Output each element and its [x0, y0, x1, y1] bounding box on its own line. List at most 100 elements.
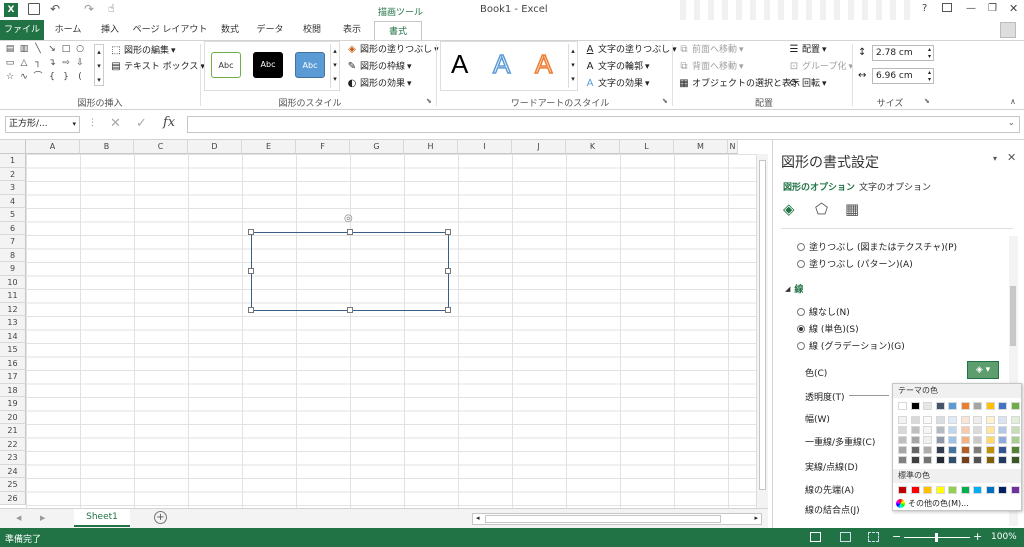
text-fill-button[interactable]: A 文字の塗りつぶし ▾	[584, 42, 677, 58]
radio-button[interactable]	[797, 242, 805, 251]
row-header[interactable]: 25	[0, 478, 26, 492]
color-swatch[interactable]	[923, 446, 932, 454]
scroll-thumb[interactable]	[759, 160, 766, 490]
radio-button-selected[interactable]	[797, 324, 805, 333]
tab-text-options[interactable]: 文字のオプション	[859, 180, 931, 193]
color-swatch[interactable]	[985, 402, 995, 410]
row-header[interactable]: 5	[0, 208, 26, 222]
down-arrow-shape-icon[interactable]: ⇩	[74, 58, 86, 69]
shape-style-dark[interactable]: Abc	[253, 52, 283, 78]
tab-view[interactable]: 表示	[334, 20, 370, 40]
color-swatch[interactable]	[985, 446, 995, 454]
color-swatch[interactable]	[973, 446, 982, 454]
vertical-scrollbar[interactable]	[756, 154, 768, 509]
color-swatch[interactable]	[898, 446, 907, 454]
color-swatch[interactable]	[1010, 446, 1020, 454]
pane-options-icon[interactable]: ▾	[993, 154, 997, 163]
text-effects-button[interactable]: A 文字の効果 ▾	[584, 76, 650, 92]
fill-line-icon[interactable]: ◈	[783, 200, 795, 218]
color-swatch[interactable]	[973, 436, 982, 444]
restore-button[interactable]: ❐	[988, 3, 997, 14]
outline-color-button[interactable]: ◈ ▾	[967, 361, 999, 379]
color-swatch[interactable]	[910, 436, 920, 444]
fill-picture-option[interactable]: 塗りつぶし (図またはテクスチャ)(P)	[797, 240, 957, 253]
resize-handle[interactable]	[445, 268, 451, 274]
spreadsheet-grid[interactable]: ABCDEFGHIJKLMN 1 2 3 4 5 6 7 8 9 10 11 12 13 14 15 16 17…	[0, 140, 768, 510]
column-header[interactable]: G	[350, 140, 404, 154]
shape-style-outline[interactable]: Abc	[211, 52, 241, 78]
select-all-corner[interactable]	[0, 140, 26, 154]
row-header[interactable]: 13	[0, 316, 26, 330]
column-header[interactable]: M	[674, 140, 728, 154]
color-swatch[interactable]	[948, 402, 957, 410]
row-header[interactable]: 24	[0, 464, 26, 478]
save-icon[interactable]	[28, 3, 40, 15]
tab-file[interactable]: ファイル	[0, 20, 44, 40]
row-header[interactable]: 16	[0, 356, 26, 370]
resize-handle[interactable]	[248, 229, 254, 235]
horizontal-scrollbar[interactable]: ◂ ▸	[472, 513, 762, 525]
text-box-button[interactable]: ▤ テキスト ボックス ▾	[110, 59, 205, 75]
tab-page-layout[interactable]: ページ レイアウト	[132, 20, 208, 40]
rounded-rect-shape-icon[interactable]: ▭	[4, 58, 16, 69]
height-input[interactable]: 2.78 cm ▴ ▾	[872, 45, 934, 61]
color-swatch[interactable]	[998, 426, 1007, 434]
tab-home[interactable]: ホーム	[48, 20, 88, 40]
pane-close-icon[interactable]: ✕	[1007, 151, 1016, 164]
row-header[interactable]: 26	[0, 491, 26, 505]
color-swatch[interactable]	[973, 416, 982, 424]
resize-handle[interactable]	[248, 268, 254, 274]
close-button[interactable]: ✕	[1009, 2, 1018, 15]
color-swatch[interactable]	[1010, 436, 1020, 444]
resize-handle[interactable]	[248, 307, 254, 313]
color-swatch[interactable]	[935, 446, 945, 454]
row-header[interactable]: 21	[0, 424, 26, 438]
tab-review[interactable]: 校閲	[292, 20, 332, 40]
color-swatch[interactable]	[935, 416, 945, 424]
color-swatch[interactable]	[923, 436, 932, 444]
color-swatch[interactable]	[973, 402, 982, 410]
undo-icon[interactable]: ↶	[50, 2, 60, 16]
radio-button[interactable]	[797, 259, 805, 268]
scroll-right-icon[interactable]: ▸	[754, 514, 758, 522]
zoom-out-icon[interactable]: −	[892, 530, 901, 543]
color-swatch[interactable]	[948, 446, 957, 454]
dialog-launcher-icon[interactable]: ⬊	[426, 97, 432, 105]
column-header[interactable]: E	[242, 140, 296, 154]
arc-shape-icon[interactable]: ⌒	[32, 72, 44, 83]
color-swatch[interactable]	[960, 486, 970, 494]
color-swatch[interactable]	[1010, 426, 1020, 434]
color-swatch[interactable]	[898, 416, 907, 424]
color-swatch[interactable]	[985, 436, 995, 444]
row-header[interactable]: 20	[0, 410, 26, 424]
color-swatch[interactable]	[898, 426, 907, 434]
column-header[interactable]: K	[566, 140, 620, 154]
color-swatch[interactable]	[998, 402, 1007, 410]
color-swatch[interactable]	[998, 456, 1007, 464]
selected-rectangle-shape[interactable]: ◎	[248, 213, 451, 313]
collapse-ribbon-icon[interactable]: ∧	[1010, 97, 1016, 106]
color-swatch[interactable]	[910, 426, 920, 434]
color-swatch[interactable]	[910, 456, 920, 464]
cancel-icon[interactable]: ✕	[110, 116, 121, 131]
vtextbox-shape-icon[interactable]: ▥	[18, 44, 30, 55]
shapes-gallery[interactable]: ▤ ▥ ╲ ↘ □ ○ ▭ △ ┐ ↴ ⇨ ⇩ ☆ ∿ ⌒ { } ( ▴ ▾ ▾	[4, 44, 106, 88]
color-swatch[interactable]	[985, 486, 995, 494]
color-swatch[interactable]	[923, 426, 932, 434]
color-swatch[interactable]	[923, 456, 932, 464]
resize-handle[interactable]	[347, 229, 353, 235]
row-header[interactable]: 17	[0, 370, 26, 384]
tab-shape-options[interactable]: 図形のオプション	[783, 180, 855, 193]
brace-right-shape-icon[interactable]: }	[60, 72, 72, 83]
expand-formula-icon[interactable]: ⌄	[1008, 118, 1015, 127]
color-swatch[interactable]	[910, 446, 920, 454]
page-break-view-icon[interactable]	[868, 532, 879, 542]
column-header[interactable]: B	[80, 140, 134, 154]
elbow-shape-icon[interactable]: ┐	[32, 58, 44, 69]
gradient-line-option[interactable]: 線 (グラデーション)(G)	[797, 339, 905, 352]
brace-left-shape-icon[interactable]: {	[46, 72, 58, 83]
formula-input[interactable]	[187, 116, 1020, 133]
curve-shape-icon[interactable]: ∿	[18, 72, 30, 83]
send-backward-button[interactable]: ⧉ 背面へ移動 ▾	[678, 59, 743, 75]
wordart-style-blue[interactable]: A	[492, 48, 511, 80]
